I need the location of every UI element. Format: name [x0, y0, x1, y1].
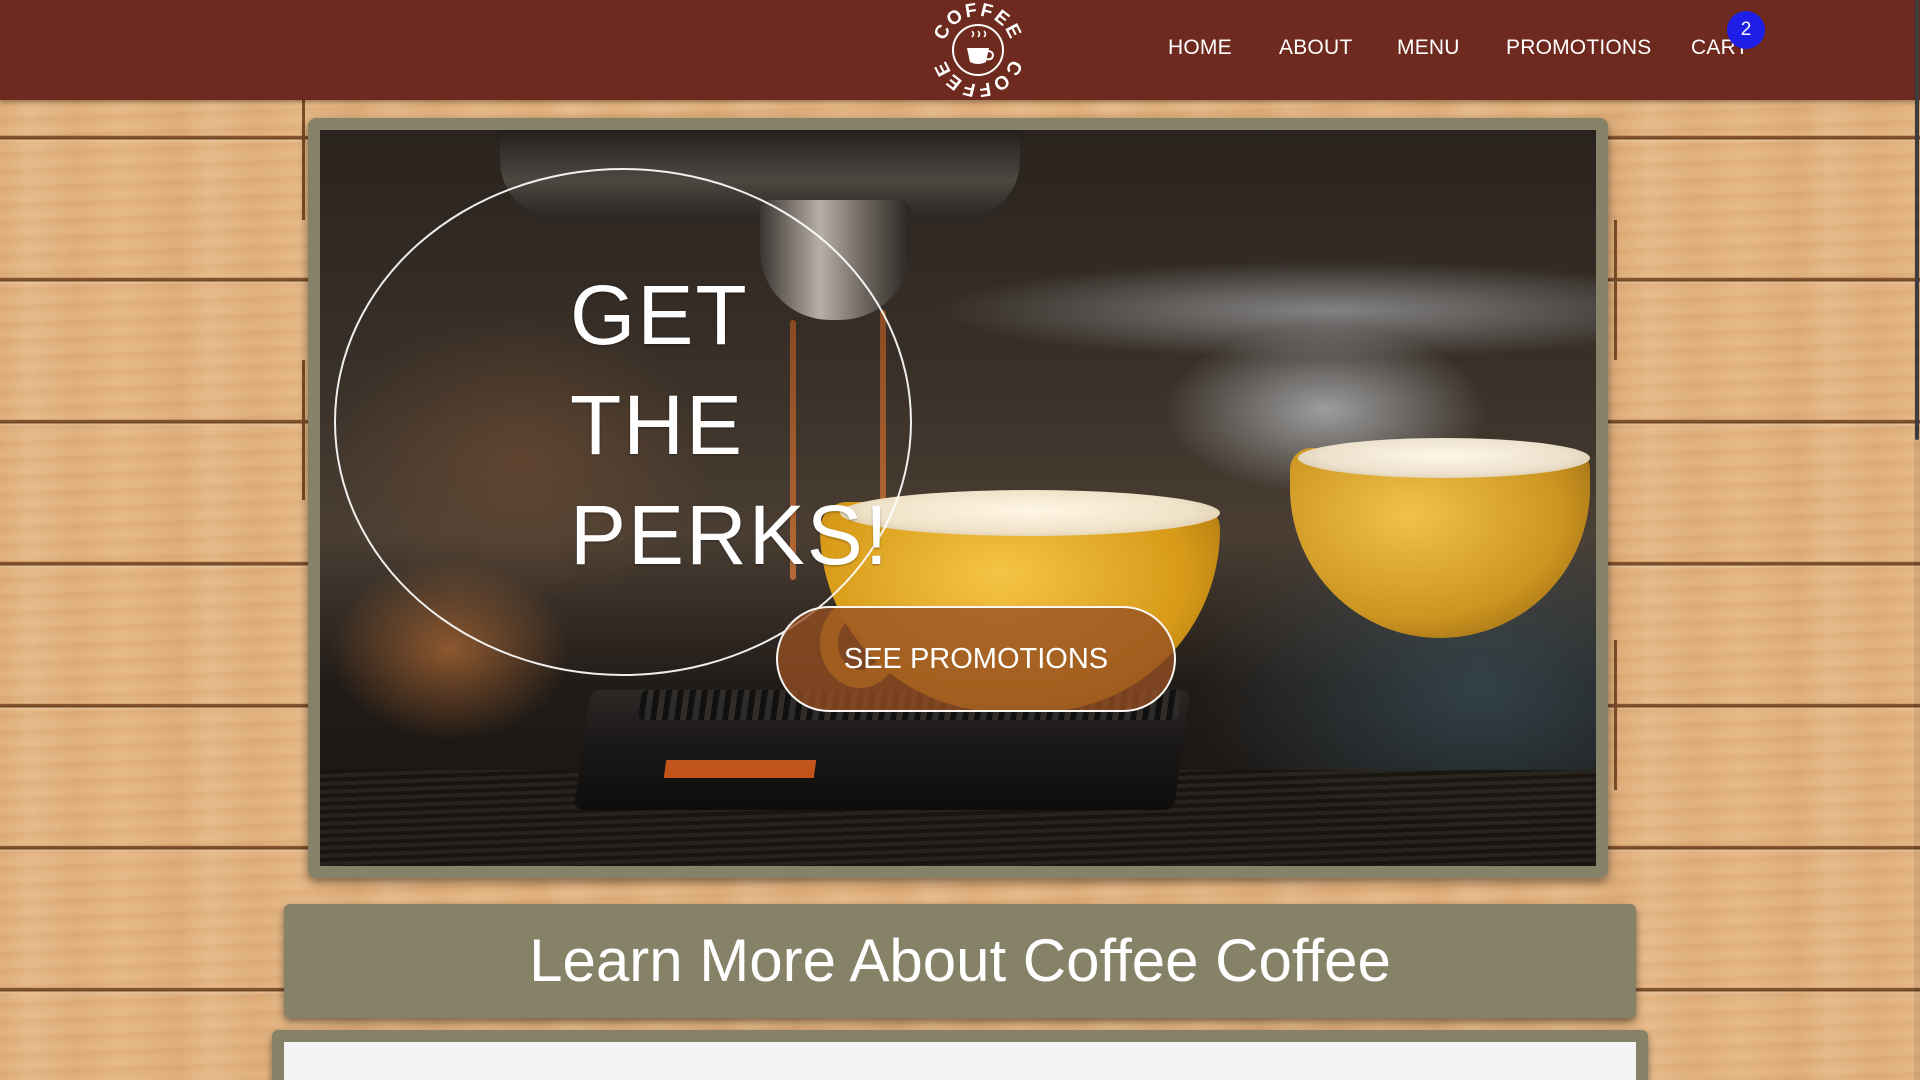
- wood-seam: [1614, 640, 1617, 790]
- nav-link-about[interactable]: ABOUT: [1279, 36, 1352, 60]
- cart-count-badge: 2: [1727, 11, 1765, 49]
- nav-link-home[interactable]: HOME: [1168, 36, 1232, 60]
- nav-link-promotions[interactable]: PROMOTIONS: [1506, 36, 1652, 60]
- wood-seam: [302, 100, 305, 220]
- site-header: COFFEE COFFEE HOME ABOUT MENU PROMOTIONS…: [0, 0, 1920, 100]
- about-heading-banner: Learn More About Coffee Coffee: [284, 904, 1636, 1018]
- nav-link-menu[interactable]: MENU: [1397, 36, 1460, 60]
- scrollbar-thumb[interactable]: [1915, 0, 1919, 440]
- about-heading: Learn More About Coffee Coffee: [529, 927, 1391, 994]
- espresso-machine-photo: GET THE PERKS! SEE PROMOTIONS: [320, 130, 1596, 866]
- hero-title-line: GET: [570, 268, 749, 362]
- hero-title: GET THE PERKS!: [570, 260, 890, 590]
- wood-seam: [302, 360, 305, 500]
- wood-seam: [1614, 220, 1617, 360]
- hero-banner: GET THE PERKS! SEE PROMOTIONS: [308, 118, 1608, 878]
- photo-scale-display: [663, 760, 817, 778]
- page-scrollbar[interactable]: [1914, 0, 1920, 1080]
- hero-title-line: THE: [570, 378, 744, 472]
- svg-text:COFFEE: COFFEE: [930, 2, 1026, 43]
- coffee-cup-logo-icon[interactable]: COFFEE COFFEE: [930, 0, 1026, 100]
- see-promotions-button[interactable]: SEE PROMOTIONS: [776, 606, 1176, 712]
- hero-title-line: PERKS!: [570, 488, 891, 582]
- photo-back-cup-rim: [1298, 438, 1590, 478]
- about-content-frame: [272, 1030, 1648, 1080]
- about-content-panel: [284, 1042, 1636, 1080]
